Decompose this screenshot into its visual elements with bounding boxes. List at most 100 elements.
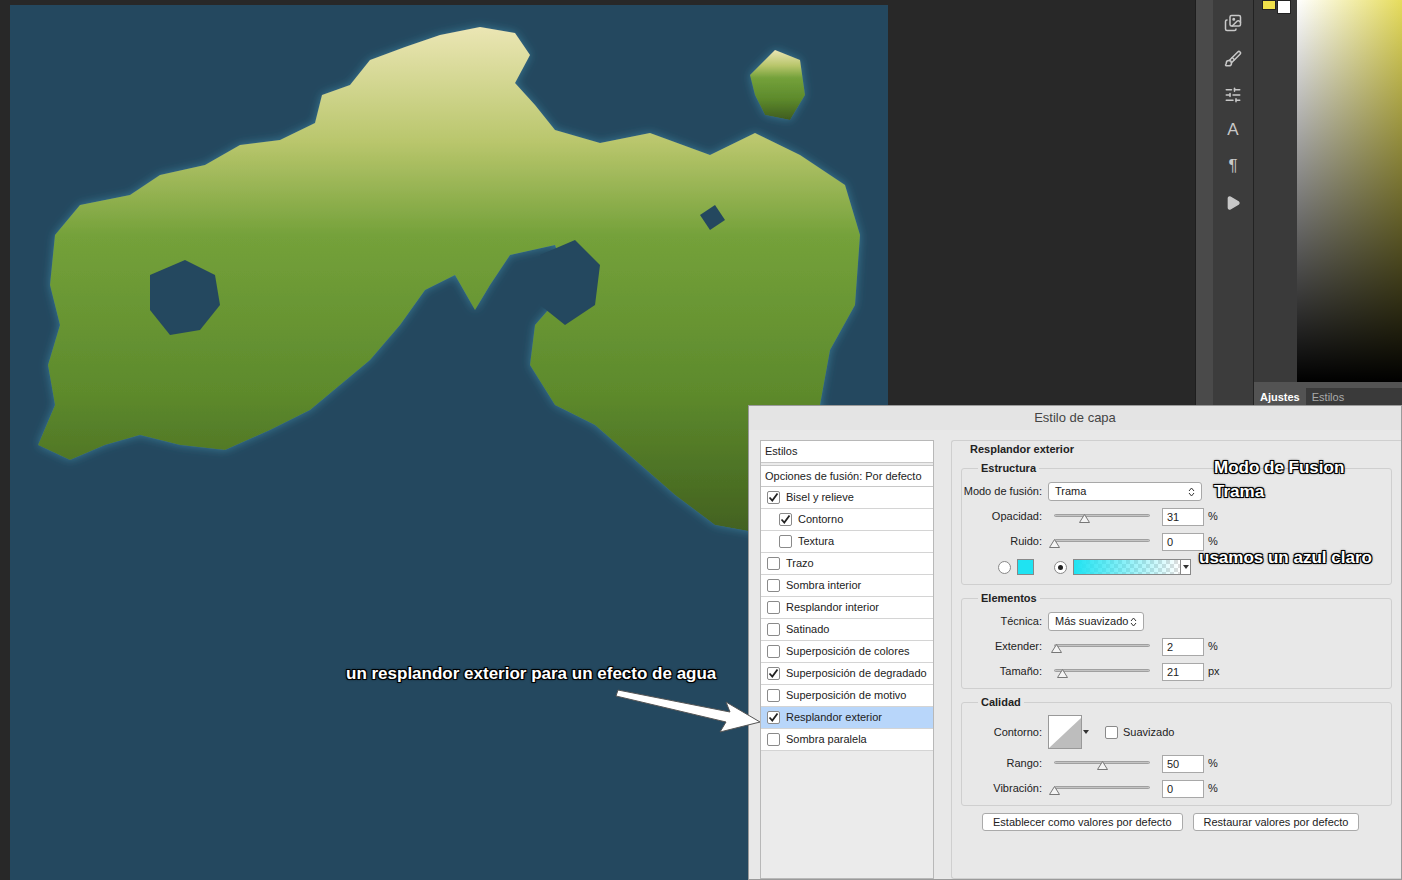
style-item[interactable]: Textura: [761, 531, 933, 553]
slider-label: Vibración:: [962, 780, 1048, 797]
tool-button[interactable]: [1224, 82, 1242, 108]
style-label: Resplandor interior: [786, 599, 879, 616]
gradient-dropdown-icon[interactable]: [1180, 560, 1190, 574]
styles-header[interactable]: Estilos: [761, 441, 933, 463]
arrow-annotation: un resplandor exterior para un efecto de…: [346, 661, 716, 687]
style-checkbox[interactable]: [767, 491, 780, 504]
color-field[interactable]: [1297, 0, 1402, 382]
photoshop-window: A¶AjustesEstilosEstilo de capaEstilosOpc…: [0, 0, 1402, 880]
section-title: Resplandor exterior: [952, 443, 1401, 455]
style-item[interactable]: Superposición de degradado: [761, 663, 933, 685]
value-input[interactable]: 0: [1162, 533, 1204, 551]
style-checkbox[interactable]: [767, 601, 780, 614]
antialias-label: Suavizado: [1123, 724, 1174, 741]
style-item[interactable]: Satinado: [761, 619, 933, 641]
tool-button[interactable]: ¶: [1228, 154, 1237, 180]
style-item[interactable]: Resplandor interior: [761, 597, 933, 619]
background-swatch[interactable]: [1277, 0, 1291, 14]
slider-label: Rango:: [962, 755, 1048, 772]
style-item[interactable]: Bisel y relieve: [761, 487, 933, 509]
default-button[interactable]: Establecer como valores por defecto: [982, 813, 1183, 831]
play-icon[interactable]: [1225, 195, 1241, 211]
gradient-swatch[interactable]: [1073, 559, 1191, 575]
slider[interactable]: [1054, 783, 1150, 795]
style-checkbox[interactable]: [779, 535, 792, 548]
gradient-radio[interactable]: [1054, 561, 1067, 574]
slider-thumb-icon[interactable]: [1057, 669, 1068, 678]
style-label: Bisel y relieve: [786, 489, 854, 506]
library-icon[interactable]: [1224, 14, 1242, 32]
dropdown-arrow-icon: [1188, 487, 1195, 497]
checkmark-icon: [780, 514, 791, 525]
slider[interactable]: [1054, 511, 1150, 523]
slider-thumb-icon[interactable]: [1051, 644, 1062, 653]
tool-button[interactable]: [1224, 10, 1242, 36]
style-item[interactable]: Superposición de motivo: [761, 685, 933, 707]
slider-thumb-icon[interactable]: [1049, 539, 1060, 548]
value-input[interactable]: 21: [1162, 663, 1204, 681]
value-input[interactable]: 2: [1162, 638, 1204, 656]
contour-curve-icon: [1049, 716, 1081, 748]
style-item[interactable]: Contorno: [761, 509, 933, 531]
tool-glyph-icon[interactable]: A: [1227, 120, 1238, 142]
style-item[interactable]: Trazo: [761, 553, 933, 575]
panel-tabs: AjustesEstilos: [1254, 388, 1402, 406]
slider-thumb-icon[interactable]: [1097, 761, 1108, 770]
blend-annotation: Modo de FusionTrama: [1214, 456, 1344, 504]
slider-label: Opacidad:: [962, 508, 1048, 525]
tool-button[interactable]: [1225, 190, 1241, 216]
slider[interactable]: [1054, 758, 1150, 770]
style-label: Resplandor exterior: [786, 709, 882, 726]
style-checkbox[interactable]: [767, 689, 780, 702]
antialias-checkbox[interactable]: [1105, 726, 1118, 739]
slider[interactable]: [1054, 536, 1150, 548]
style-checkbox[interactable]: [767, 733, 780, 746]
default-button[interactable]: Restaurar valores por defecto: [1193, 813, 1360, 831]
slider[interactable]: [1054, 666, 1150, 678]
color-radio[interactable]: [998, 561, 1011, 574]
tool-button[interactable]: A: [1227, 118, 1238, 144]
group-title: Elementos: [978, 590, 1040, 607]
elements-group: ElementosTécnica:Más suavizadoExtender:2…: [961, 598, 1392, 689]
slider-label: Ruido:: [962, 533, 1048, 550]
value-input[interactable]: 50: [1162, 755, 1204, 773]
slider-row: Vibración:0%: [962, 776, 1391, 801]
foreground-swatch[interactable]: [1262, 0, 1276, 10]
checkmark-icon: [768, 668, 779, 679]
value-input[interactable]: 0: [1162, 780, 1204, 798]
tool-button[interactable]: [1224, 46, 1242, 72]
style-item[interactable]: Sombra interior: [761, 575, 933, 597]
style-label: Sombra paralela: [786, 731, 867, 748]
style-checkbox[interactable]: [767, 579, 780, 592]
style-checkbox[interactable]: [779, 513, 792, 526]
dropdown[interactable]: Trama: [1048, 482, 1202, 501]
quality-group: CalidadContorno:SuavizadoRango:50%Vibrac…: [961, 702, 1392, 806]
style-checkbox[interactable]: [767, 667, 780, 680]
unit-label: %: [1208, 508, 1218, 525]
color-swatch[interactable]: [1017, 559, 1034, 575]
tool-glyph-icon[interactable]: ¶: [1228, 156, 1237, 178]
style-item[interactable]: Superposición de colores: [761, 641, 933, 663]
panel-tab[interactable]: Ajustes: [1254, 388, 1306, 406]
style-checkbox[interactable]: [767, 557, 780, 570]
adjust-icon[interactable]: [1224, 86, 1242, 104]
contour-label: Contorno:: [962, 724, 1048, 741]
slider-thumb-icon[interactable]: [1079, 514, 1090, 523]
slider-thumb-icon[interactable]: [1049, 786, 1060, 795]
style-checkbox[interactable]: [767, 711, 780, 724]
style-checkbox[interactable]: [767, 645, 780, 658]
style-item[interactable]: Sombra paralela: [761, 729, 933, 751]
dropdown[interactable]: Más suavizado: [1048, 612, 1144, 631]
contour-picker[interactable]: [1048, 715, 1082, 749]
contour-dropdown-icon[interactable]: [1083, 730, 1089, 734]
value-input[interactable]: 31: [1162, 508, 1204, 526]
slider-row: Tamaño:21px: [962, 659, 1391, 684]
unit-label: %: [1208, 755, 1218, 772]
style-item[interactable]: Resplandor exterior: [761, 707, 933, 729]
blend-options[interactable]: Opciones de fusión: Por defecto: [761, 465, 933, 487]
style-checkbox[interactable]: [767, 623, 780, 636]
panel-tab[interactable]: Estilos: [1306, 388, 1350, 406]
brush-icon[interactable]: [1224, 50, 1242, 68]
slider[interactable]: [1054, 641, 1150, 653]
dialog-title: Estilo de capa: [749, 406, 1401, 430]
